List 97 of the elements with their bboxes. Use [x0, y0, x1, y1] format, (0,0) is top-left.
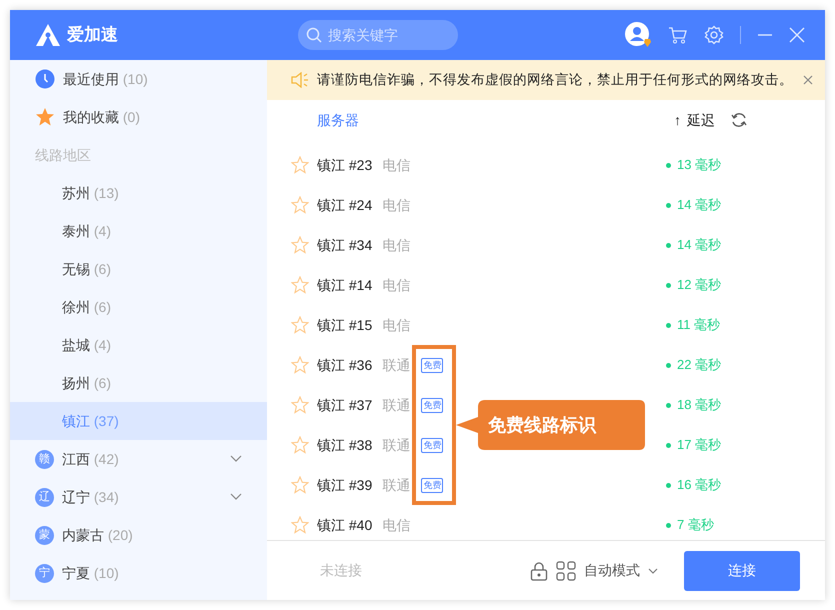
latency-value: 11 毫秒: [677, 316, 720, 334]
sidebar-item[interactable]: 徐州 (6): [10, 288, 267, 326]
server-name: 镇江 #40: [317, 516, 372, 534]
carrier-label: 电信: [382, 196, 410, 214]
status-dot: [666, 202, 671, 208]
sidebar-item[interactable]: 宁 宁夏 (10): [10, 554, 267, 592]
lock-icon[interactable]: [530, 560, 548, 580]
logo-icon: [35, 23, 61, 47]
province-badge: 赣: [35, 450, 54, 468]
sidebar-item[interactable]: 无锡 (6): [10, 250, 267, 288]
sidebar-item[interactable]: 辽 辽宁 (34): [10, 478, 267, 516]
section-label: 线路地区: [35, 146, 91, 164]
star-outline-icon[interactable]: [291, 476, 309, 494]
search-box[interactable]: 搜索关键字: [298, 20, 458, 50]
status-dot: [666, 362, 671, 368]
status-dot: [666, 322, 671, 328]
server-name: 镇江 #23: [317, 156, 372, 174]
chevron-down-icon[interactable]: [648, 568, 658, 574]
latency-value: 12 毫秒: [677, 276, 722, 294]
status-dot: [666, 482, 671, 488]
province-badge: 蒙: [35, 526, 54, 544]
status-dot: [666, 162, 671, 168]
star-outline-icon[interactable]: [291, 436, 309, 454]
province-badge: 宁: [35, 564, 54, 582]
server-name: 镇江 #24: [317, 196, 372, 214]
server-name: 镇江 #14: [317, 276, 372, 294]
free-tag: 免费: [421, 358, 444, 372]
cart-icon[interactable]: [668, 26, 688, 44]
sidebar-item[interactable]: 盐城 (4): [10, 326, 267, 364]
latency-value: 16 毫秒: [677, 476, 722, 494]
search-field[interactable]: 搜索关键字: [326, 24, 446, 46]
settings-icon[interactable]: [704, 25, 724, 45]
close-icon[interactable]: [803, 75, 813, 85]
app-title: 爱加速: [67, 24, 118, 46]
carrier-label: 联通: [382, 396, 410, 414]
sidebar-item[interactable]: 苏州 (13): [10, 174, 267, 212]
mode-selector[interactable]: 自动模式: [584, 560, 640, 581]
server-name: 镇江 #15: [317, 316, 372, 334]
province-badge: 辽: [35, 488, 54, 506]
star-outline-icon[interactable]: [291, 276, 309, 294]
carrier-label: 电信: [382, 316, 410, 334]
connection-status: 未连接: [320, 561, 362, 580]
free-tag: 免费: [421, 438, 444, 452]
star-outline-icon[interactable]: [291, 196, 309, 214]
carrier-label: 电信: [382, 276, 410, 294]
carrier-label: 电信: [382, 156, 410, 174]
latency-value: 14 毫秒: [677, 236, 722, 254]
carrier-label: 联通: [382, 436, 410, 454]
chevron-down-icon[interactable]: [230, 455, 242, 463]
avatar-icon[interactable]: [624, 21, 652, 49]
notice-text: 请谨防电信诈骗，不得发布虚假的网络言论，禁止用于任何形式的网络攻击。: [317, 70, 793, 89]
sort-arrow: ↑: [674, 110, 681, 130]
carrier-label: 联通: [382, 356, 410, 374]
search-icon: [306, 27, 322, 43]
star-outline-icon[interactable]: [291, 156, 309, 174]
star-outline-icon[interactable]: [291, 316, 309, 334]
latency-value: 14 毫秒: [677, 196, 722, 214]
latency-value: 18 毫秒: [677, 396, 722, 414]
status-dot: [666, 442, 671, 448]
speaker-icon: [291, 72, 309, 88]
server-name: 镇江 #39: [317, 476, 372, 494]
latency-value: 17 毫秒: [677, 436, 722, 454]
refresh-icon[interactable]: [731, 112, 747, 128]
server-name: 镇江 #37: [317, 396, 372, 414]
server-name: 镇江 #38: [317, 436, 372, 454]
status-dot: [666, 522, 671, 528]
chevron-down-icon[interactable]: [230, 493, 242, 501]
status-dot: [666, 242, 671, 248]
sidebar-item[interactable]: 扬州 (6): [10, 364, 267, 402]
column-header[interactable]: 服务器: [317, 110, 359, 130]
status-dot: [666, 402, 671, 408]
sidebar-item[interactable]: 我的收藏 (0): [10, 98, 267, 136]
sidebar-item[interactable]: 赣 江西 (42): [10, 440, 267, 478]
free-tag: 免费: [421, 398, 444, 412]
star-outline-icon[interactable]: [291, 236, 309, 254]
star-outline-icon[interactable]: [291, 516, 309, 534]
carrier-label: 电信: [382, 236, 410, 254]
status-dot: [666, 282, 671, 288]
latency-value: 22 毫秒: [677, 356, 722, 374]
carrier-label: 电信: [382, 516, 410, 534]
sidebar-item[interactable]: 最近使用 (10): [10, 60, 267, 98]
free-tag: 免费: [421, 478, 444, 492]
carrier-label: 联通: [382, 476, 410, 494]
star-icon: [35, 107, 55, 127]
callout-text: 免费线路标识: [488, 414, 596, 437]
latency-value: 13 毫秒: [677, 156, 722, 174]
sidebar-item[interactable]: 泰州 (4): [10, 212, 267, 250]
sidebar-item[interactable]: 蒙 内蒙古 (20): [10, 516, 267, 554]
server-name: 镇江 #34: [317, 236, 372, 254]
clock-icon: [35, 69, 55, 89]
latency-value: 7 毫秒: [677, 516, 714, 534]
sort-header[interactable]: 延迟: [687, 110, 715, 130]
server-name: 镇江 #36: [317, 356, 372, 374]
grid-icon[interactable]: [556, 560, 576, 580]
star-outline-icon[interactable]: [291, 396, 309, 414]
connect-button[interactable]: 连接: [684, 550, 800, 590]
star-outline-icon[interactable]: [291, 356, 309, 374]
